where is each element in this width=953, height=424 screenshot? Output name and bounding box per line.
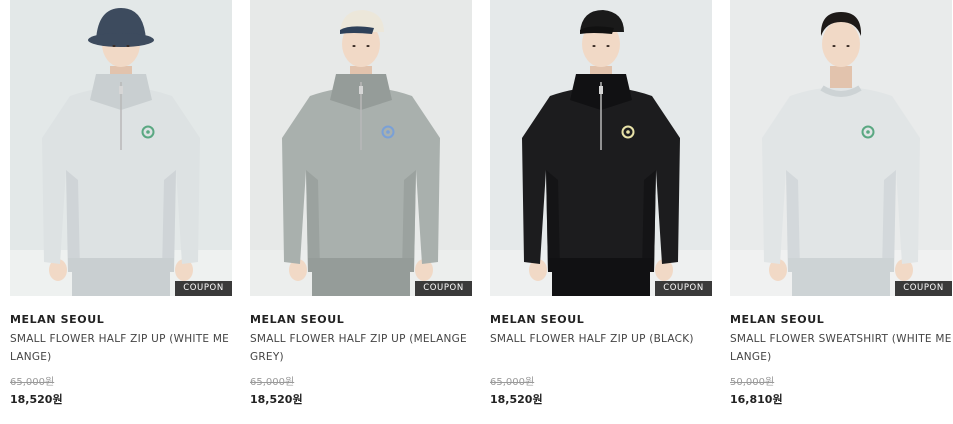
coupon-badge: COUPON bbox=[895, 281, 952, 296]
sale-price: 18,520원 bbox=[250, 393, 303, 406]
original-price: 65,000원 bbox=[250, 377, 295, 388]
brand-name[interactable]: MELAN SEOUL bbox=[730, 313, 824, 326]
product-grid: COUPON MELAN SEOUL SMALL FLOWER HALF ZIP… bbox=[0, 0, 953, 424]
original-price: 50,000원 bbox=[730, 377, 775, 388]
brand-name[interactable]: MELAN SEOUL bbox=[490, 313, 584, 326]
product-image[interactable]: COUPON bbox=[490, 0, 712, 296]
product-card[interactable]: COUPON MELAN SEOUL SMALL FLOWER HALF ZIP… bbox=[250, 0, 472, 406]
sale-price: 18,520원 bbox=[490, 393, 543, 406]
model-photo bbox=[490, 0, 712, 296]
brand-name[interactable]: MELAN SEOUL bbox=[10, 313, 104, 326]
product-name[interactable]: SMALL FLOWER HALF ZIP UP (WHITE MELANGE) bbox=[10, 330, 232, 366]
product-card[interactable]: COUPON MELAN SEOUL SMALL FLOWER HALF ZIP… bbox=[10, 0, 232, 406]
sale-price: 16,810원 bbox=[730, 393, 783, 406]
product-name[interactable]: SMALL FLOWER HALF ZIP UP (BLACK) bbox=[490, 330, 712, 348]
coupon-badge: COUPON bbox=[415, 281, 472, 296]
brand-name[interactable]: MELAN SEOUL bbox=[250, 313, 344, 326]
product-name[interactable]: SMALL FLOWER SWEATSHIRT (WHITE MELANGE) bbox=[730, 330, 952, 366]
original-price: 65,000원 bbox=[490, 377, 535, 388]
product-image[interactable]: COUPON bbox=[10, 0, 232, 296]
product-card[interactable]: COUPON MELAN SEOUL SMALL FLOWER HALF ZIP… bbox=[490, 0, 712, 406]
coupon-badge: COUPON bbox=[655, 281, 712, 296]
original-price: 65,000원 bbox=[10, 377, 55, 388]
model-photo bbox=[250, 0, 472, 296]
model-photo bbox=[730, 0, 952, 296]
product-name[interactable]: SMALL FLOWER HALF ZIP UP (MELANGE GREY) bbox=[250, 330, 472, 366]
sale-price: 18,520원 bbox=[10, 393, 63, 406]
product-image[interactable]: COUPON bbox=[250, 0, 472, 296]
product-card[interactable]: COUPON MELAN SEOUL SMALL FLOWER SWEATSHI… bbox=[730, 0, 952, 406]
model-photo bbox=[10, 0, 232, 296]
product-image[interactable]: COUPON bbox=[730, 0, 952, 296]
coupon-badge: COUPON bbox=[175, 281, 232, 296]
